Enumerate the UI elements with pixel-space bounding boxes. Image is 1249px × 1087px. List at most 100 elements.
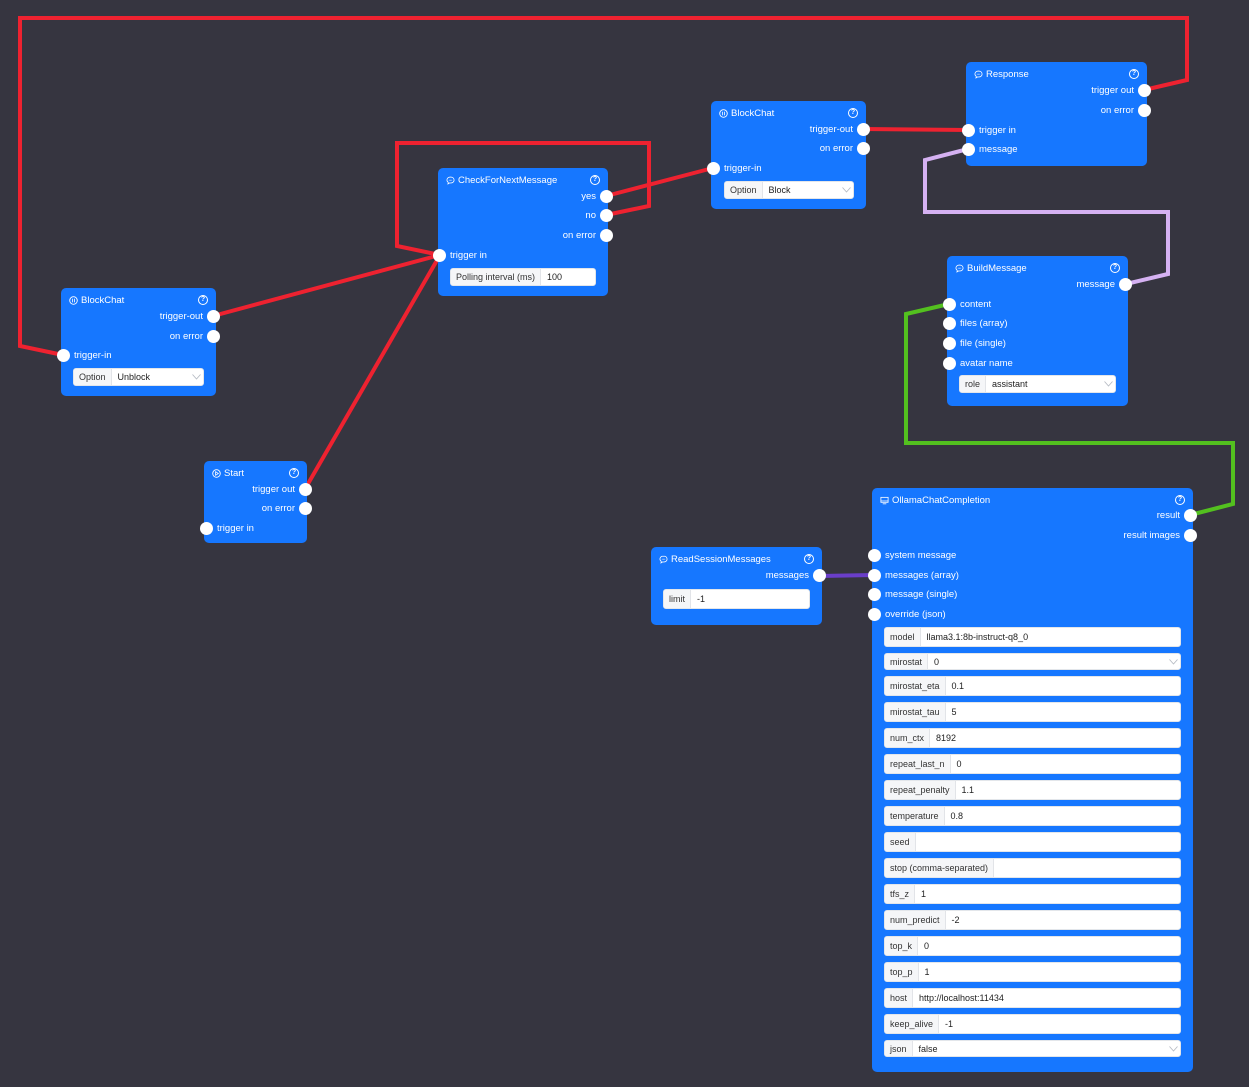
port-handle[interactable] (868, 607, 881, 621)
json-select[interactable]: json false (884, 1040, 1181, 1057)
input-port-avatar-name[interactable]: avatar name (943, 356, 1013, 370)
chevron-down-icon[interactable] (1166, 654, 1180, 669)
port-handle[interactable] (857, 141, 870, 155)
repeat-last-n-input[interactable]: repeat_last_n 0 (884, 754, 1181, 774)
field-value[interactable]: 100 (541, 269, 595, 285)
field-value[interactable]: assistant (986, 376, 1101, 392)
node-response[interactable]: Response ? trigger out on error trigger … (962, 62, 1151, 166)
port-handle[interactable] (433, 248, 446, 262)
port-handle[interactable] (943, 297, 956, 311)
help-icon[interactable]: ? (1129, 69, 1139, 79)
output-port-on-error[interactable]: on error (563, 228, 613, 242)
help-icon[interactable]: ? (848, 108, 858, 118)
field-value[interactable]: Block (763, 182, 839, 198)
help-icon[interactable]: ? (289, 468, 299, 478)
port-handle[interactable] (1119, 277, 1132, 291)
port-handle[interactable] (207, 329, 220, 343)
host-input[interactable]: host http://localhost:11434 (884, 988, 1181, 1008)
field-value[interactable]: 0 (918, 937, 1180, 955)
field-value[interactable]: 0.8 (945, 807, 1180, 825)
field-value[interactable]: 0 (951, 755, 1180, 773)
field-value[interactable]: -2 (946, 911, 1180, 929)
chevron-down-icon[interactable] (1101, 376, 1115, 392)
field-value[interactable]: llama3.1:8b-instruct-q8_0 (921, 628, 1180, 646)
field-value[interactable]: 1 (919, 963, 1180, 981)
port-handle[interactable] (299, 501, 312, 515)
limit-input[interactable]: limit -1 (663, 589, 810, 609)
field-value[interactable]: http://localhost:11434 (913, 989, 1180, 1007)
help-icon[interactable]: ? (590, 175, 600, 185)
top-p-input[interactable]: top_p 1 (884, 962, 1181, 982)
output-port-trigger-out[interactable]: trigger-out (810, 122, 870, 136)
output-port-on-error[interactable]: on error (820, 141, 870, 155)
output-port-no[interactable]: no (585, 208, 613, 222)
option-select[interactable]: Option Block (724, 181, 854, 199)
seed-input[interactable]: seed (884, 832, 1181, 852)
input-port-trigger-in[interactable]: trigger-in (707, 161, 762, 175)
output-port-message[interactable]: message (1076, 277, 1132, 291)
option-select[interactable]: Option Unblock (73, 368, 204, 386)
mirostat-tau-input[interactable]: mirostat_tau 5 (884, 702, 1181, 722)
input-port-messages-array[interactable]: messages (array) (868, 568, 959, 582)
wire-blockchat-block-to-response[interactable] (862, 127, 969, 132)
polling-interval-input[interactable]: Polling interval (ms) 100 (450, 268, 596, 286)
port-handle[interactable] (868, 568, 881, 582)
model-input[interactable]: model llama3.1:8b-instruct-q8_0 (884, 627, 1181, 647)
help-icon[interactable]: ? (1110, 263, 1120, 273)
node-build-message[interactable]: BuildMessage ? message content files (ar… (943, 256, 1132, 406)
mirostat-select[interactable]: mirostat 0 (884, 653, 1181, 670)
tfs-z-input[interactable]: tfs_z 1 (884, 884, 1181, 904)
output-port-on-error[interactable]: on error (170, 329, 220, 343)
input-port-message-single[interactable]: message (single) (868, 587, 957, 601)
field-value[interactable]: 8192 (930, 729, 1180, 747)
num-predict-input[interactable]: num_predict -2 (884, 910, 1181, 930)
port-handle[interactable] (1138, 83, 1151, 97)
chevron-down-icon[interactable] (1166, 1041, 1180, 1056)
port-handle[interactable] (600, 208, 613, 222)
field-value[interactable]: -1 (691, 590, 809, 608)
output-port-messages[interactable]: messages (766, 568, 826, 582)
output-port-result-images[interactable]: result images (1124, 528, 1197, 542)
help-icon[interactable]: ? (1175, 495, 1185, 505)
port-handle[interactable] (299, 482, 312, 496)
port-handle[interactable] (868, 548, 881, 562)
field-value[interactable]: 1 (915, 885, 1180, 903)
input-port-override-json[interactable]: override (json) (868, 607, 946, 621)
field-value[interactable]: 1.1 (956, 781, 1180, 799)
field-value[interactable]: 0 (928, 654, 1166, 669)
port-handle[interactable] (707, 161, 720, 175)
output-port-on-error[interactable]: on error (1101, 103, 1151, 117)
port-handle[interactable] (857, 122, 870, 136)
flow-canvas[interactable]: BlockChat ? trigger-out on error trigger… (0, 0, 1249, 1087)
field-value[interactable] (994, 859, 1180, 877)
port-handle[interactable] (57, 348, 70, 362)
port-handle[interactable] (868, 587, 881, 601)
mirostat-eta-input[interactable]: mirostat_eta 0.1 (884, 676, 1181, 696)
role-select[interactable]: role assistant (959, 375, 1116, 393)
input-port-files-array[interactable]: files (array) (943, 316, 1008, 330)
chevron-down-icon[interactable] (839, 182, 853, 198)
output-port-yes[interactable]: yes (581, 189, 613, 203)
input-port-trigger-in[interactable]: trigger in (200, 521, 254, 535)
field-value[interactable] (916, 833, 1180, 851)
stop-input[interactable]: stop (comma-separated) (884, 858, 1181, 878)
input-port-message[interactable]: message (962, 142, 1018, 156)
input-port-trigger-in[interactable]: trigger-in (57, 348, 112, 362)
node-start[interactable]: Start ? trigger out on error trigger in (200, 461, 312, 543)
field-value[interactable]: Unblock (112, 369, 189, 385)
help-icon[interactable]: ? (804, 554, 814, 564)
port-handle[interactable] (1138, 103, 1151, 117)
input-port-system-message[interactable]: system message (868, 548, 956, 562)
port-handle[interactable] (943, 336, 956, 350)
node-blockchat-unblock[interactable]: BlockChat ? trigger-out on error trigger… (57, 288, 220, 396)
port-handle[interactable] (1184, 508, 1197, 522)
output-port-trigger-out[interactable]: trigger out (1091, 83, 1151, 97)
output-port-trigger-out[interactable]: trigger-out (160, 309, 220, 323)
input-port-trigger-in[interactable]: trigger in (962, 123, 1016, 137)
output-port-result[interactable]: result (1157, 508, 1197, 522)
port-handle[interactable] (962, 123, 975, 137)
port-handle[interactable] (962, 142, 975, 156)
field-value[interactable]: 5 (946, 703, 1180, 721)
output-port-trigger-out[interactable]: trigger out (252, 482, 312, 496)
port-handle[interactable] (200, 521, 213, 535)
